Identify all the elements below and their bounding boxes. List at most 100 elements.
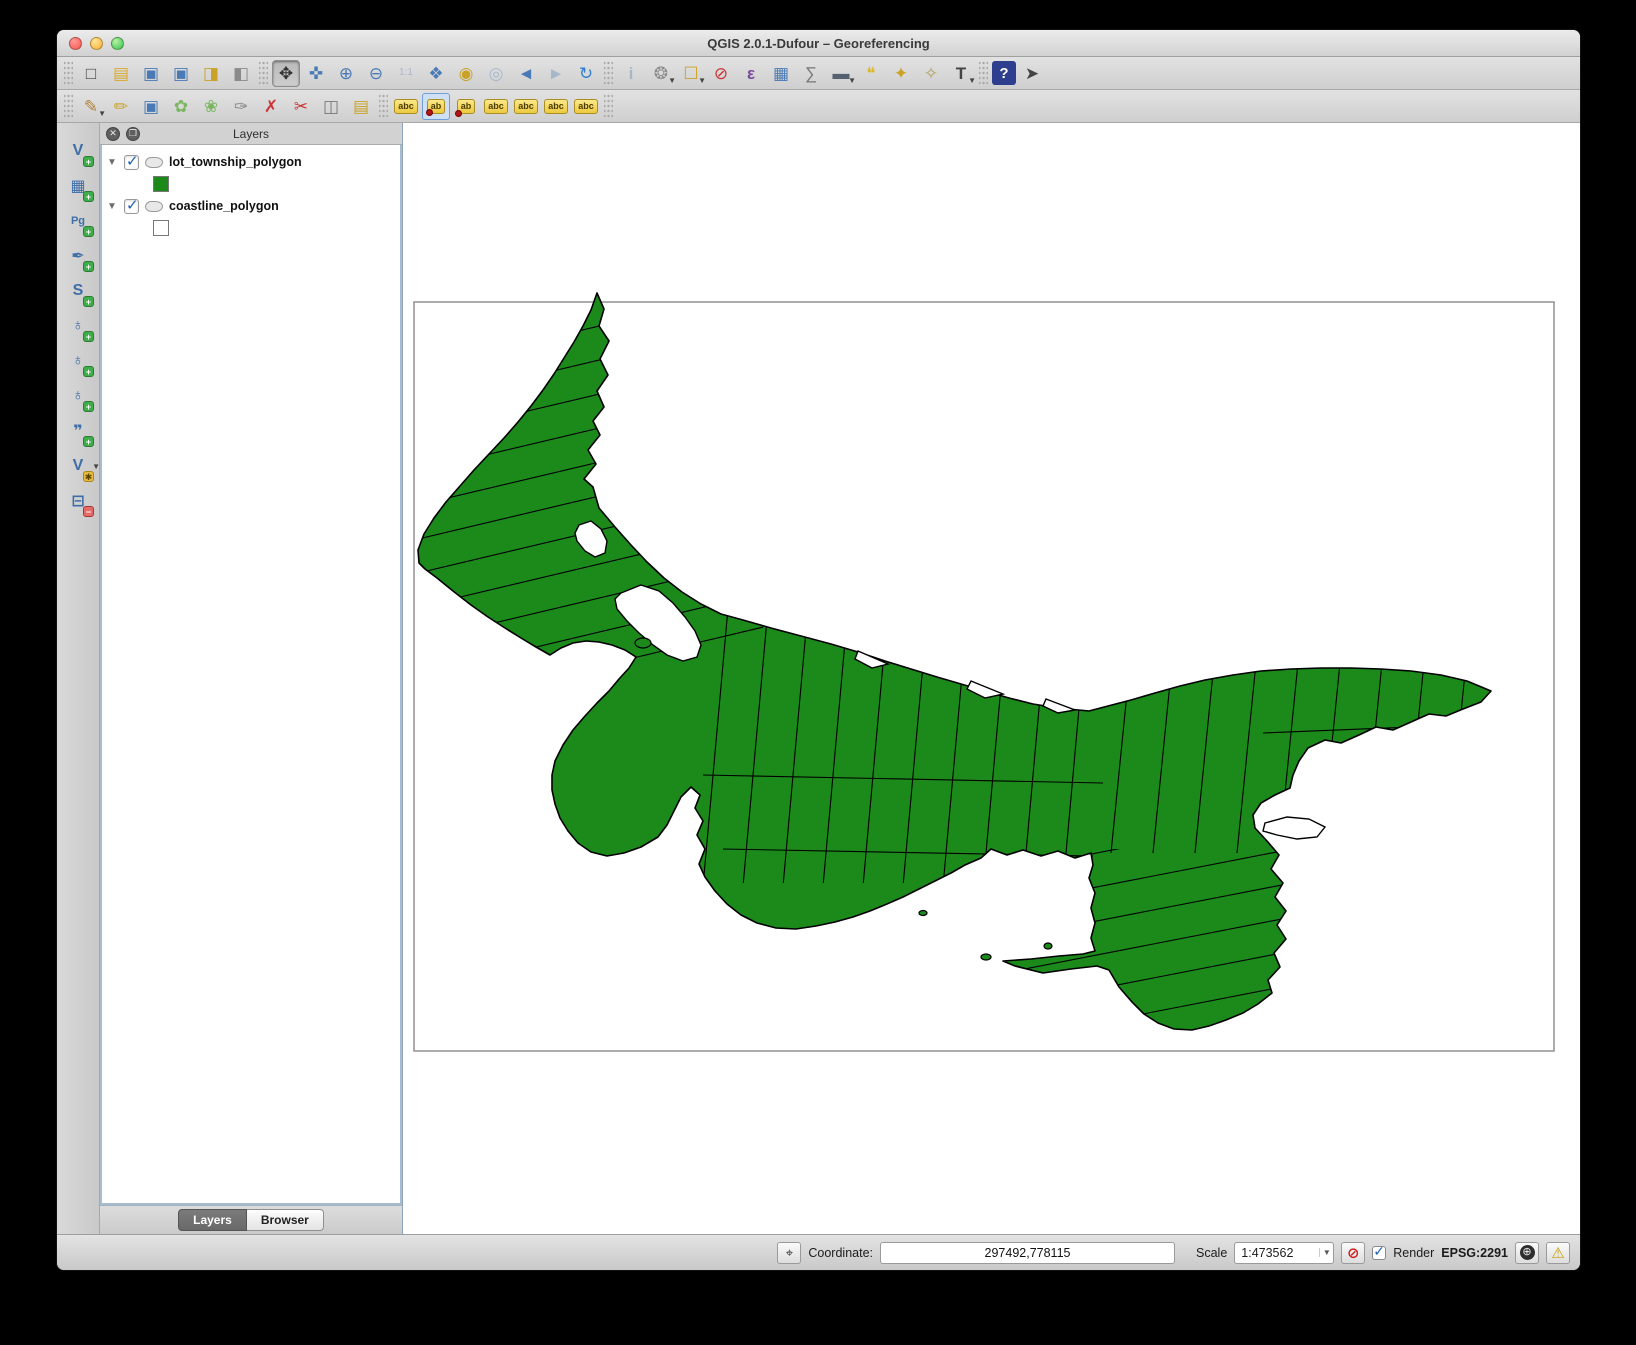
- new-project-icon[interactable]: □: [77, 60, 105, 87]
- chevron-down-icon[interactable]: ▼: [1319, 1248, 1333, 1257]
- zoom-last-icon[interactable]: ◄: [512, 60, 540, 87]
- coordinate-capture-icon[interactable]: ⌖: [777, 1242, 801, 1264]
- chevron-down-icon[interactable]: ▼: [848, 76, 856, 85]
- identify-features-icon[interactable]: i: [617, 60, 645, 87]
- layers-panel-header: ✕ ❐ Layers: [100, 123, 402, 145]
- help-contents-glyph: ?: [999, 66, 1008, 81]
- field-calculator-icon[interactable]: ∑: [797, 60, 825, 87]
- scale-combo[interactable]: 1:473562 ▼: [1234, 1242, 1334, 1264]
- expand-triangle-icon[interactable]: ▼: [106, 201, 118, 212]
- coordinate-input[interactable]: 297492,778115: [880, 1242, 1175, 1264]
- current-edits-icon[interactable]: ✎▼: [77, 93, 105, 120]
- label-pin-unpin-icon[interactable]: ab: [422, 93, 450, 120]
- show-bookmarks-icon[interactable]: ✧: [917, 60, 945, 87]
- label-rotate-icon[interactable]: abc: [542, 93, 570, 120]
- zoom-out-icon[interactable]: ⊖: [362, 60, 390, 87]
- deselect-all-icon[interactable]: ⊘: [707, 60, 735, 87]
- stop-render-button[interactable]: ⊘: [1341, 1242, 1365, 1264]
- zoom-window-button[interactable]: [111, 37, 124, 50]
- zoom-full-icon[interactable]: ❖: [422, 60, 450, 87]
- map-canvas[interactable]: [403, 123, 1580, 1234]
- save-layer-edits-icon[interactable]: ▣: [137, 93, 165, 120]
- toolbar-separator: [379, 94, 388, 118]
- new-print-composer-icon[interactable]: ◨: [197, 60, 225, 87]
- label-move-icon[interactable]: abc: [512, 93, 540, 120]
- message-log-button[interactable]: ⚠: [1546, 1242, 1570, 1264]
- layer-tree: ▼lot_township_polygon ▼coastline_polygon: [100, 145, 402, 1205]
- chevron-down-icon[interactable]: ▼: [98, 109, 106, 118]
- map-refresh-icon[interactable]: ↻: [572, 60, 600, 87]
- statusbar: ⌖ Coordinate: 297492,778115 Scale 1:4735…: [57, 1234, 1580, 1270]
- save-project-icon[interactable]: ▣: [137, 60, 165, 87]
- new-bookmark-icon[interactable]: ✦: [887, 60, 915, 87]
- composer-manager-icon[interactable]: ◧: [227, 60, 255, 87]
- layer-visibility-checkbox[interactable]: [124, 199, 139, 214]
- symbology-swatch[interactable]: [153, 176, 169, 192]
- add-mssql-layer-icon[interactable]: S+: [64, 277, 92, 305]
- polygon-layer-icon: [145, 201, 163, 212]
- toolbar-separator: [259, 61, 268, 85]
- minimize-window-button[interactable]: [90, 37, 103, 50]
- layers-panel-title: Layers: [100, 127, 402, 141]
- toggle-editing-icon[interactable]: ✏: [107, 93, 135, 120]
- add-raster-layer-icon[interactable]: ▦+: [64, 172, 92, 200]
- add-spatialite-layer-icon[interactable]: ✒+: [64, 242, 92, 270]
- whats-this-icon[interactable]: ➤: [1018, 60, 1046, 87]
- move-feature-icon[interactable]: ❀: [197, 93, 225, 120]
- chevron-down-icon[interactable]: ▼: [668, 76, 676, 85]
- map-tips-icon[interactable]: ❝: [857, 60, 885, 87]
- zoom-full-glyph: ❖: [428, 65, 443, 82]
- layer-visibility-checkbox[interactable]: [124, 155, 139, 170]
- chevron-down-icon[interactable]: ▼: [968, 76, 976, 85]
- expand-triangle-icon[interactable]: ▼: [106, 157, 118, 168]
- layer-item-lot_township_polygon[interactable]: ▼lot_township_polygon: [106, 151, 396, 173]
- run-feature-action-icon[interactable]: ❂▼: [647, 60, 675, 87]
- label-properties-icon[interactable]: abc: [572, 93, 600, 120]
- delete-selected-glyph: ✗: [264, 98, 278, 115]
- add-vector-layer-icon[interactable]: V+: [64, 137, 92, 165]
- text-annotation-icon[interactable]: T▼: [947, 60, 975, 87]
- label-show-hide-icon[interactable]: abc: [482, 93, 510, 120]
- add-wcs-layer-icon[interactable]: ♁+: [64, 347, 92, 375]
- panel-detach-icon[interactable]: ❐: [126, 127, 140, 141]
- zoom-native-icon[interactable]: 1:1: [392, 60, 420, 87]
- coordinate-label: Coordinate:: [808, 1246, 873, 1260]
- zoom-to-layer-icon[interactable]: ◎: [482, 60, 510, 87]
- open-attribute-table-icon[interactable]: ▦: [767, 60, 795, 87]
- zoom-next-icon[interactable]: ►: [542, 60, 570, 87]
- zoom-to-selection-icon[interactable]: ◉: [452, 60, 480, 87]
- remove-layer-icon[interactable]: ⊟−: [64, 487, 92, 515]
- chevron-down-icon[interactable]: ▼: [698, 76, 706, 85]
- symbology-swatch[interactable]: [153, 220, 169, 236]
- select-features-icon[interactable]: ☐▼: [677, 60, 705, 87]
- paste-features-icon[interactable]: ▤: [347, 93, 375, 120]
- add-wms-layer-icon[interactable]: ♁+: [64, 312, 92, 340]
- layer-item-coastline_polygon[interactable]: ▼coastline_polygon: [106, 195, 396, 217]
- pan-to-selection-icon[interactable]: ✜: [302, 60, 330, 87]
- add-postgis-layer-icon[interactable]: Pg+: [64, 207, 92, 235]
- label-highlight-pinned-icon[interactable]: ab: [452, 93, 480, 120]
- panel-close-icon[interactable]: ✕: [106, 127, 120, 141]
- delete-selected-icon[interactable]: ✗: [257, 93, 285, 120]
- help-contents-icon[interactable]: ?: [992, 61, 1016, 85]
- add-delimited-text-layer-icon[interactable]: ❞+: [64, 417, 92, 445]
- pan-map-icon[interactable]: ✥: [272, 60, 300, 87]
- measure-line-icon[interactable]: ▬▼: [827, 60, 855, 87]
- identify-features-glyph: i: [629, 65, 634, 82]
- new-shapefile-layer-icon[interactable]: V✱▼: [64, 452, 92, 480]
- add-wfs-layer-icon[interactable]: ♁+: [64, 382, 92, 410]
- node-tool-icon[interactable]: ✑: [227, 93, 255, 120]
- zoom-in-icon[interactable]: ⊕: [332, 60, 360, 87]
- close-window-button[interactable]: [69, 37, 82, 50]
- crs-status-button[interactable]: ⊕: [1515, 1242, 1539, 1264]
- render-checkbox[interactable]: [1372, 1246, 1386, 1260]
- panel-tab-layers[interactable]: Layers: [178, 1209, 247, 1231]
- panel-tab-browser[interactable]: Browser: [247, 1209, 324, 1231]
- label-settings-icon[interactable]: abc: [392, 93, 420, 120]
- cut-features-icon[interactable]: ✂: [287, 93, 315, 120]
- save-project-as-icon[interactable]: ▣: [167, 60, 195, 87]
- copy-features-icon[interactable]: ◫: [317, 93, 345, 120]
- select-by-expression-icon[interactable]: ε: [737, 60, 765, 87]
- open-project-icon[interactable]: ▤: [107, 60, 135, 87]
- add-feature-icon[interactable]: ✿: [167, 93, 195, 120]
